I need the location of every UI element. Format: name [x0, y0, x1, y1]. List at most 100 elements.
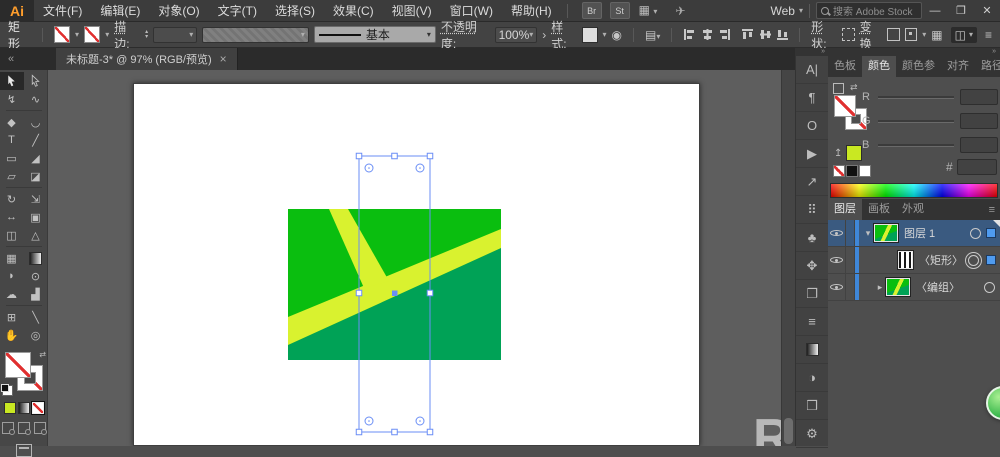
color-tab-4[interactable]: 路径查	[975, 56, 1000, 77]
channel-value-input[interactable]	[960, 89, 998, 105]
opentype-panel-icon[interactable]: O	[796, 112, 828, 140]
stroke-weight-select[interactable]: ▾	[153, 26, 198, 43]
mesh-tool[interactable]: ▦	[0, 249, 24, 267]
selection-handle[interactable]	[391, 428, 398, 436]
stroke-weight-stepper[interactable]: ▴ ▾	[145, 29, 148, 40]
style-swatch[interactable]	[582, 26, 598, 43]
opacity-label[interactable]: 不透明度:	[441, 18, 490, 52]
export-panel-icon[interactable]: ↗	[796, 168, 828, 196]
character-panel-icon[interactable]: A|	[796, 56, 828, 84]
zoom-tool[interactable]: ◎	[24, 326, 48, 344]
rectangle-tool[interactable]: ▭	[0, 149, 24, 167]
hex-input[interactable]	[956, 159, 997, 175]
align-left-icon[interactable]	[683, 28, 695, 41]
lock-cell[interactable]	[846, 274, 855, 300]
appearance-panel-icon[interactable]: ❒	[796, 392, 828, 420]
selection-handle[interactable]	[426, 152, 434, 160]
gradient-tool[interactable]	[24, 249, 48, 267]
eyedropper-tool[interactable]: ◗	[0, 267, 24, 285]
visibility-cell[interactable]	[828, 247, 846, 273]
layer-thumbnail[interactable]	[885, 277, 911, 297]
selection-handle[interactable]	[391, 152, 398, 160]
selection-handle[interactable]	[355, 428, 363, 436]
draw-inside-icon[interactable]	[33, 422, 47, 435]
layers-tab-0[interactable]: 图层	[828, 199, 862, 220]
canvas[interactable]: R	[48, 70, 781, 446]
align-vertical-center-icon[interactable]	[759, 28, 771, 41]
artboard-tool[interactable]: ⊞	[0, 308, 24, 326]
free-transform-tool[interactable]: ▣	[24, 208, 48, 226]
align-top-icon[interactable]	[741, 28, 754, 41]
layer-row-0[interactable]: ▾ 图层 1	[828, 220, 1000, 247]
color-spectrum[interactable]	[830, 183, 998, 198]
target-icon[interactable]	[984, 281, 995, 293]
grid-options-icon[interactable]: ▦	[931, 28, 942, 42]
collapse-dock-icon[interactable]: »	[796, 48, 828, 56]
perspective-grid-tool[interactable]: △	[24, 226, 48, 244]
mini-fill-stroke-icon[interactable]	[833, 83, 844, 94]
layers-menu-icon[interactable]: ≡	[989, 204, 1000, 216]
selection-badge[interactable]	[986, 255, 996, 265]
draw-behind-icon[interactable]	[17, 422, 31, 435]
channel-value-input[interactable]	[960, 113, 998, 129]
more-options-icon[interactable]: ›	[542, 28, 546, 42]
stroke-color-swatch[interactable]	[83, 26, 101, 43]
lock-cell[interactable]	[846, 247, 855, 273]
rotate-tool[interactable]: ↻	[0, 190, 24, 208]
selection-handle[interactable]	[355, 289, 363, 297]
color-tab-2[interactable]: 颜色参	[896, 56, 941, 77]
menu-item-2[interactable]: 对象(O)	[149, 0, 208, 22]
stroke-weight-label[interactable]: 描边:	[114, 18, 140, 52]
type-tool[interactable]: T	[0, 131, 24, 149]
gpu-performance-icon[interactable]: ✈	[666, 0, 694, 22]
line-segment-tool[interactable]: ╱	[24, 131, 48, 149]
layer-row-1[interactable]: 〈矩形〉	[828, 247, 1000, 274]
hand-tool[interactable]: ✋	[0, 326, 24, 344]
expand-chevron-icon[interactable]: ▾	[862, 228, 874, 239]
paintbrush-tool[interactable]: ◢	[24, 149, 48, 167]
stroke-panel-icon[interactable]: ≡	[796, 308, 828, 336]
shape-label[interactable]: 形状:	[811, 18, 837, 52]
vertical-scrollbar[interactable]	[781, 70, 795, 446]
arrange-documents-icon[interactable]: ▦ ▾	[630, 0, 667, 23]
selection-handle[interactable]	[426, 428, 434, 436]
visibility-cell[interactable]	[828, 274, 846, 300]
none-swatch[interactable]	[833, 165, 845, 177]
color-button[interactable]	[3, 402, 16, 414]
blend-tool[interactable]: ⊙	[24, 267, 48, 285]
selection-handle[interactable]	[426, 289, 434, 297]
layer-thumbnail[interactable]	[897, 250, 914, 270]
stock-search-input[interactable]: 搜索 Adobe Stock	[816, 2, 922, 19]
channel-slider[interactable]	[878, 95, 954, 99]
chevron-down-icon[interactable]: ▾	[75, 30, 79, 39]
chevron-down-icon[interactable]: ▾	[603, 30, 607, 39]
layers-tab-2[interactable]: 外观	[896, 199, 930, 220]
isolate-selection-icon[interactable]	[904, 28, 918, 41]
layer-label[interactable]: 〈编组〉	[916, 279, 960, 295]
list-options-icon[interactable]: ≡	[985, 28, 992, 42]
selection-center-point[interactable]	[392, 290, 398, 297]
symbol-tools-panel-icon[interactable]: ✥	[796, 252, 828, 280]
tab-close-icon[interactable]: ×	[220, 52, 227, 66]
menu-item-6[interactable]: 视图(V)	[383, 0, 441, 22]
curvature-tool[interactable]: ◡	[24, 113, 48, 131]
draw-normal-icon[interactable]	[1, 422, 15, 435]
target-icon[interactable]	[968, 254, 979, 266]
channel-slider[interactable]	[878, 119, 954, 123]
document-tab[interactable]: 未标题-3* @ 97% (RGB/预览) ×	[56, 48, 238, 70]
panel-fill-swatch[interactable]	[834, 95, 856, 117]
align-horizontal-center-icon[interactable]	[701, 28, 713, 41]
width-tool[interactable]: ↔	[0, 208, 24, 226]
pathfinder-panel-icon[interactable]: ❐	[796, 280, 828, 308]
expand-chevron-icon[interactable]: ▸	[874, 282, 886, 293]
shape-properties-icon[interactable]	[842, 28, 855, 41]
visibility-cell[interactable]	[828, 220, 846, 246]
layers-tab-1[interactable]: 画板	[862, 199, 896, 220]
channel-slider[interactable]	[878, 143, 954, 147]
chevron-down-icon[interactable]: ▾	[922, 30, 926, 39]
brush-definition-select[interactable]: ▾	[202, 26, 309, 43]
fill-swatch[interactable]	[5, 352, 31, 378]
stroke-profile-select[interactable]: 基本 ▾	[313, 26, 436, 43]
default-fill-stroke-icon[interactable]	[1, 384, 13, 396]
target-icon[interactable]	[970, 227, 981, 239]
